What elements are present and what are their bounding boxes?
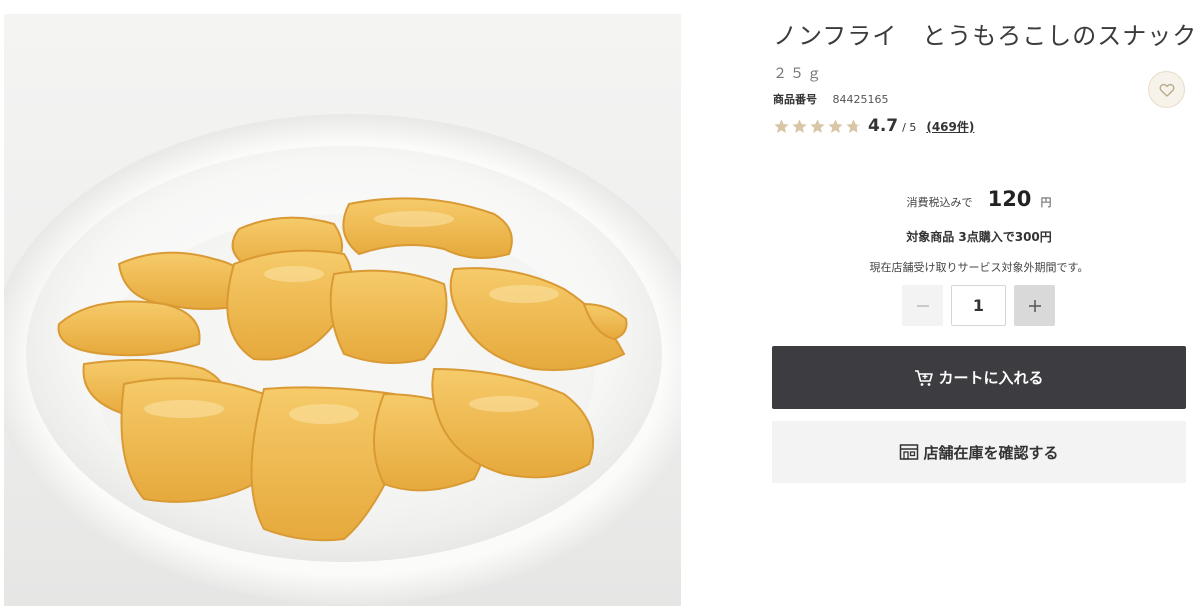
- product-code-label: 商品番号: [773, 93, 817, 106]
- minus-icon: [916, 304, 929, 307]
- star-icon: [774, 118, 789, 133]
- price-prefix: 消費税込みで: [906, 196, 973, 209]
- quantity-input[interactable]: [951, 285, 1006, 326]
- check-store-stock-button[interactable]: 店舗在庫を確認する: [772, 421, 1186, 483]
- add-to-cart-button[interactable]: カートに入れる: [772, 346, 1186, 409]
- product-code-value: 84425165: [832, 93, 889, 106]
- rating-stars: [773, 118, 862, 135]
- promotion-text: 対象商品 3点購入で300円: [906, 230, 1052, 244]
- price-unit: 円: [1040, 196, 1052, 209]
- price-value: 120: [987, 187, 1032, 211]
- rating-max: / 5: [902, 121, 917, 134]
- star-icon: [810, 118, 825, 133]
- pickup-notice: 現在店舗受け取りサービス対象外期間です。: [869, 261, 1089, 274]
- product-code: 商品番号 84425165: [773, 91, 889, 107]
- add-to-cart-label: カートに入れる: [938, 369, 1044, 387]
- cart-icon: [914, 369, 934, 387]
- star-icon: [846, 118, 861, 133]
- price: 消費税込みで 120 円: [772, 187, 1186, 211]
- plus-icon: [1028, 299, 1041, 312]
- decrease-quantity-button[interactable]: [902, 285, 943, 326]
- product-title: ノンフライ とうもろこしのスナック: [773, 22, 1198, 50]
- favorite-button[interactable]: [1148, 71, 1185, 108]
- heart-icon: [1159, 83, 1174, 97]
- rating-score: 4.7: [868, 116, 899, 136]
- product-image: [4, 14, 681, 606]
- increase-quantity-button[interactable]: [1014, 285, 1055, 326]
- star-icon: [792, 118, 807, 133]
- store-icon: [899, 443, 919, 461]
- rating: 4.7 / 5 (469件): [773, 116, 974, 136]
- review-count-link[interactable]: (469件): [926, 118, 974, 135]
- check-store-stock-label: 店舗在庫を確認する: [923, 443, 1059, 462]
- star-icon: [828, 118, 843, 133]
- product-weight: ２５ｇ: [773, 66, 824, 82]
- quantity-stepper: [902, 285, 1055, 326]
